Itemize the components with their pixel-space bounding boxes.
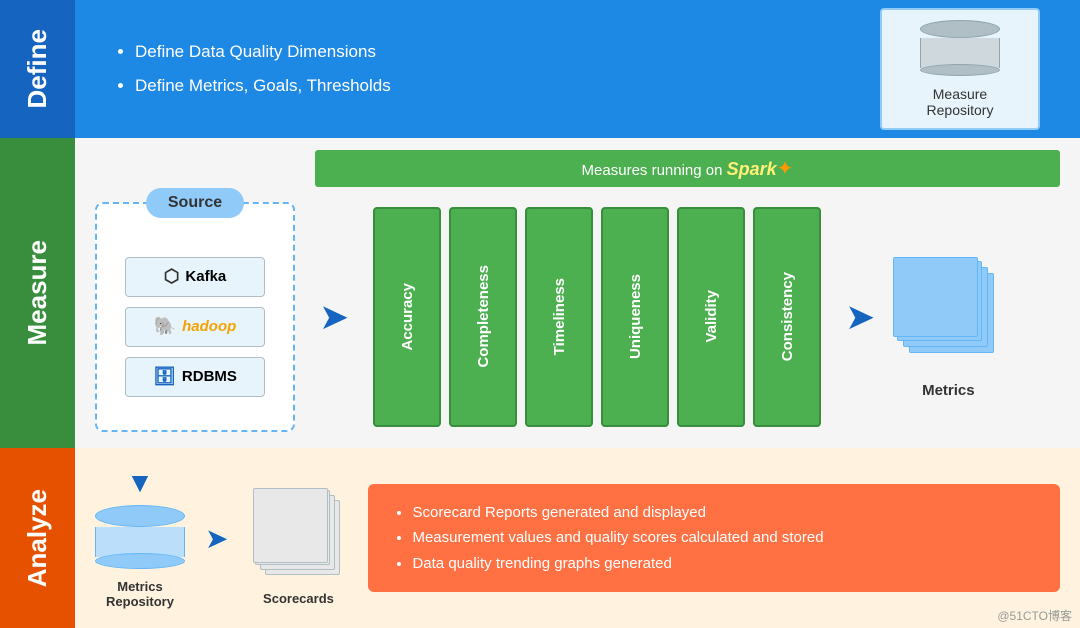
- measure-row: Measure Measures running on Spark✦ Sourc…: [0, 138, 1080, 448]
- measure-repo-label: Measure Repository: [927, 86, 994, 118]
- metrics-sheet-1: [893, 257, 978, 337]
- down-arrow-icon: ▼: [126, 467, 154, 499]
- measure-label-bar: Measure: [0, 138, 75, 448]
- scorecards-area: Scorecards: [248, 483, 348, 593]
- bar-uniqueness: Uniqueness: [601, 207, 669, 427]
- analyze-bullet-2: Measurement values and quality scores ca…: [412, 525, 1036, 551]
- cylinder-bottom: [920, 64, 1000, 76]
- bar-completeness: Completeness: [449, 207, 517, 427]
- scorecards-label: Scorecards: [263, 591, 334, 606]
- spark-word: Spark: [727, 159, 777, 179]
- measure-repository-box: Measure Repository: [880, 8, 1040, 130]
- source-bubble: Source: [146, 188, 244, 218]
- green-bars: Accuracy Completeness Timeliness Uniquen…: [373, 207, 821, 427]
- rdbms-icon: 🗄: [153, 366, 176, 387]
- metrics-repo-cylinder: [95, 505, 185, 575]
- analyze-bullets: Scorecard Reports generated and displaye…: [412, 500, 1036, 577]
- hadoop-icon: 🐘: [154, 316, 176, 337]
- hadoop-label: hadoop: [182, 318, 236, 335]
- cylinder-icon: [920, 20, 1000, 80]
- bar-accuracy: Accuracy: [373, 207, 441, 427]
- analyze-row: Analyze ▼ Metrics Repository: [0, 448, 1080, 628]
- define-row: Define Define Data Quality Dimensions De…: [0, 0, 1080, 138]
- right-section: ➤ Metrics: [837, 257, 1003, 377]
- scorecard-sheet-1: [253, 488, 328, 563]
- bar-timeliness: Timeliness: [525, 207, 593, 427]
- analyze-content: ▼ Metrics Repository ➤: [75, 448, 1080, 628]
- bar-label-uniqueness: Uniqueness: [627, 274, 644, 359]
- metrics-repo-label: Metrics Repository: [106, 579, 174, 609]
- source-items: ⬡ Kafka 🐘 hadoop 🗄 RDBMS: [107, 257, 283, 397]
- analyze-bullet-1: Scorecard Reports generated and displaye…: [412, 500, 1036, 526]
- bar-label-accuracy: Accuracy: [399, 283, 416, 351]
- analyze-label: Analyze: [22, 489, 53, 587]
- measure-content: Measures running on Spark✦ Source ⬡ Kafk…: [75, 138, 1080, 448]
- watermark: @51CTO博客: [997, 607, 1072, 624]
- small-cyl-top: [95, 505, 185, 527]
- source-label: Source: [168, 194, 222, 211]
- bars-to-metrics-arrow: ➤: [845, 296, 875, 338]
- source-box: Source ⬡ Kafka 🐘 hadoop 🗄 R: [95, 202, 295, 432]
- bar-consistency: Consistency: [753, 207, 821, 427]
- spark-banner-text: Measures running on: [582, 162, 723, 179]
- bar-validity: Validity: [677, 207, 745, 427]
- analyze-info-box: Scorecard Reports generated and displaye…: [368, 484, 1060, 593]
- define-label-bar: Define: [0, 0, 75, 138]
- define-content: Define Data Quality Dimensions Define Me…: [75, 0, 1080, 138]
- metrics-label: Metrics: [922, 382, 975, 399]
- kafka-label: Kafka: [185, 268, 226, 285]
- analyze-left: ▼ Metrics Repository: [95, 467, 185, 609]
- kafka-icon: ⬡: [164, 266, 180, 287]
- metrics-stack: [893, 257, 993, 357]
- measure-inner: Source ⬡ Kafka 🐘 hadoop 🗄 R: [95, 197, 1060, 436]
- define-label: Define: [22, 29, 53, 108]
- main-container: Define Define Data Quality Dimensions De…: [0, 0, 1080, 628]
- bar-label-completeness: Completeness: [475, 265, 492, 368]
- source-to-bars-arrow: ➤: [319, 296, 349, 338]
- metrics-area: Metrics: [893, 257, 1003, 377]
- analyze-label-bar: Analyze: [0, 448, 75, 628]
- measure-label: Measure: [22, 240, 53, 346]
- define-bullet-2: Define Metrics, Goals, Thresholds: [135, 69, 391, 103]
- hadoop-source-item: 🐘 hadoop: [125, 307, 265, 347]
- metrics-repo-to-scorecards-arrow: ➤: [205, 522, 228, 555]
- bar-label-timeliness: Timeliness: [551, 278, 568, 355]
- analyze-bullet-3: Data quality trending graphs generated: [412, 551, 1036, 577]
- bar-label-consistency: Consistency: [779, 272, 796, 361]
- metrics-repo-area: Metrics Repository: [95, 505, 185, 609]
- bar-label-validity: Validity: [703, 290, 720, 343]
- spark-star: ✦: [777, 158, 794, 180]
- scorecards-stack: Scorecards: [253, 488, 343, 588]
- cylinder-top: [920, 20, 1000, 38]
- spark-banner: Measures running on Spark✦: [315, 150, 1060, 187]
- define-bullets: Define Data Quality Dimensions Define Me…: [115, 35, 391, 103]
- define-bullet-1: Define Data Quality Dimensions: [135, 35, 391, 69]
- small-cyl-bottom: [95, 553, 185, 569]
- rdbms-source-item: 🗄 RDBMS: [125, 357, 265, 397]
- kafka-source-item: ⬡ Kafka: [125, 257, 265, 297]
- rdbms-label: RDBMS: [182, 368, 237, 385]
